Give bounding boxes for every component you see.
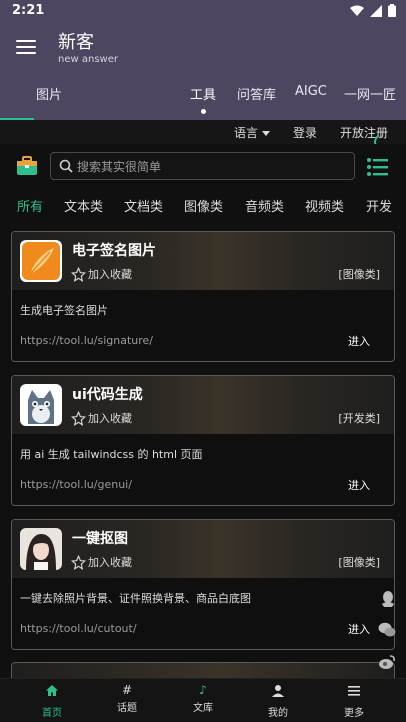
category-tabs: 所有 文本类 文档类 图像类 音频类 视频类 开发 — [0, 188, 406, 224]
app-header: 新客 new answer — [0, 24, 406, 70]
nav-mine[interactable]: 我的 — [248, 683, 308, 719]
tab-aigc[interactable]: AIGC — [295, 84, 327, 99]
card-category-tag: [开发类] — [338, 412, 380, 425]
feather-thumbnail — [20, 240, 62, 282]
wechat-icon[interactable] — [378, 622, 396, 638]
signal-icon — [370, 4, 382, 17]
nav-label: 话题 — [117, 703, 137, 714]
card-category-tag: [图像类] — [338, 268, 380, 281]
card-description: 一键去除照片背景、证件照换背景、商品白底图 — [20, 592, 251, 605]
status-icons — [350, 4, 396, 17]
card-title: 电子签名图片 — [72, 243, 156, 259]
tool-card[interactable]: 电子签名图片 加入收藏 [图像类] 生成电子签名图片 https://tool.… — [11, 231, 395, 362]
status-time: 2:21 — [12, 3, 45, 18]
card-header — [12, 232, 394, 290]
app-subtitle: new answer — [58, 54, 118, 65]
star-outline-icon — [71, 410, 86, 426]
tool-card[interactable]: ui代码生成 加入收藏 [开发类] 用 ai 生成 tailwindcss 的 … — [11, 375, 395, 506]
card-url[interactable]: https://tool.lu/cutout/ — [20, 622, 137, 635]
nav-more[interactable]: 更多 — [324, 683, 384, 719]
category-dev[interactable]: 开发 — [366, 196, 392, 215]
nav-home[interactable]: 首页 — [22, 683, 82, 719]
caret-down-icon — [262, 131, 271, 136]
top-tab-bar: 图片 工具 问答库 AIGC 一网一匠 — [0, 70, 406, 120]
favorite-label: 加入收藏 — [88, 556, 132, 569]
tab-yiwang-yijiang[interactable]: 一网一匠 — [344, 84, 396, 103]
wifi-icon — [350, 5, 364, 16]
search-input[interactable] — [77, 158, 347, 176]
qq-icon[interactable] — [380, 590, 396, 608]
account-bar: 语言 登录 开放注册 — [0, 120, 406, 144]
nav-label: 更多 — [344, 708, 364, 719]
category-image[interactable]: 图像类 — [184, 196, 223, 215]
menu-icon[interactable] — [14, 36, 38, 58]
portrait-thumbnail — [20, 528, 62, 570]
favorite-label: 加入收藏 — [88, 412, 132, 425]
card-header — [12, 376, 394, 434]
music-note-icon: ♪ — [199, 683, 207, 697]
nav-library[interactable]: ♪ 文库 — [173, 683, 233, 714]
favorite-button[interactable]: 加入收藏 — [71, 266, 132, 282]
nav-topics[interactable]: # 话题 — [97, 683, 157, 714]
user-icon — [272, 685, 284, 697]
toolbox-icon[interactable] — [16, 156, 38, 176]
category-document[interactable]: 文档类 — [124, 196, 163, 215]
favorite-button[interactable]: 加入收藏 — [71, 410, 132, 426]
category-video[interactable]: 视频类 — [305, 196, 344, 215]
card-url[interactable]: https://tool.lu/genui/ — [20, 478, 132, 491]
search-icon — [59, 159, 73, 173]
card-url[interactable]: https://tool.lu/signature/ — [20, 334, 153, 347]
language-label: 语言 — [234, 126, 259, 140]
tab-tools[interactable]: 工具 — [190, 84, 216, 103]
card-description: 生成电子签名图片 — [20, 304, 108, 317]
card-category-tag: [图像类] — [338, 556, 380, 569]
bottom-nav: 首页 # 话题 ♪ 文库 我的 更多 — [0, 678, 406, 722]
login-link[interactable]: 登录 — [293, 124, 317, 141]
enter-button[interactable]: 进入 — [348, 621, 370, 637]
card-title: 一键抠图 — [72, 531, 128, 547]
language-dropdown[interactable]: 语言 — [234, 124, 271, 141]
nav-label: 首页 — [42, 708, 62, 719]
nav-label: 我的 — [268, 708, 288, 719]
active-tab-indicator — [201, 109, 206, 114]
app-title: 新客 — [58, 32, 94, 53]
tool-card[interactable]: 一键抠图 加入收藏 [图像类] 一键去除照片背景、证件照换背景、商品白底图 ht… — [11, 519, 395, 650]
favorite-label: 加入收藏 — [88, 268, 132, 281]
nav-label: 文库 — [193, 703, 213, 714]
card-header — [12, 520, 394, 578]
battery-icon — [388, 4, 396, 17]
status-bar: 2:21 — [0, 0, 406, 24]
category-text[interactable]: 文本类 — [64, 196, 103, 215]
search-box — [50, 152, 355, 180]
tab-qa-library[interactable]: 问答库 — [237, 84, 276, 103]
tab-images[interactable]: 图片 — [36, 84, 62, 103]
list-menu-icon[interactable] — [366, 156, 388, 178]
category-all[interactable]: 所有 — [17, 196, 43, 215]
card-description: 用 ai 生成 tailwindcss 的 html 页面 — [20, 448, 203, 461]
cat-thumbnail — [20, 384, 62, 426]
enter-button[interactable]: 进入 — [348, 333, 370, 349]
star-outline-icon — [71, 266, 86, 282]
category-audio[interactable]: 音频类 — [245, 196, 284, 215]
home-icon — [46, 685, 58, 696]
star-outline-icon — [71, 554, 86, 570]
hash-icon: # — [121, 683, 133, 697]
search-row — [0, 144, 406, 188]
weibo-icon[interactable] — [378, 654, 396, 670]
more-icon — [348, 686, 360, 696]
card-title: ui代码生成 — [72, 387, 143, 403]
enter-button[interactable]: 进入 — [348, 477, 370, 493]
favorite-button[interactable]: 加入收藏 — [71, 554, 132, 570]
